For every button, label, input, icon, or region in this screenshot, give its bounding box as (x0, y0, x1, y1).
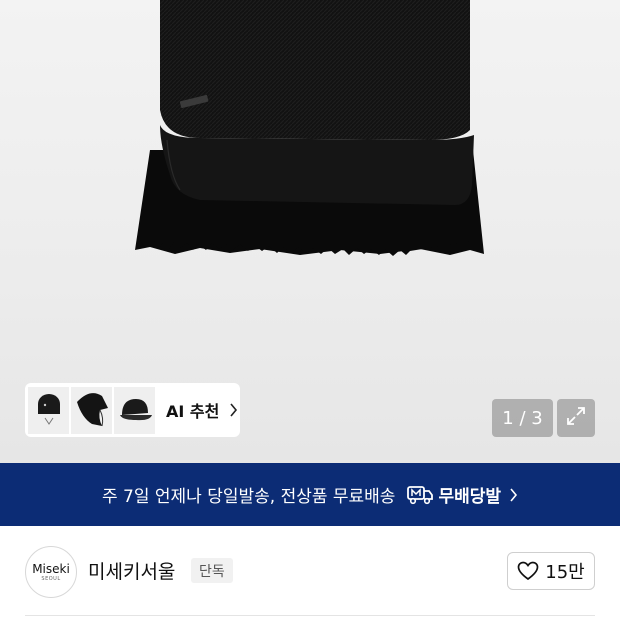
ai-recommend-card[interactable]: AI 추천 (25, 383, 240, 437)
like-button[interactable]: 15만 (507, 552, 595, 590)
delivery-banner[interactable]: 주 7일 언제나 당일발송, 전상품 무료배송 무배당발 (0, 463, 620, 526)
hat-thumbnail-icon (119, 399, 152, 421)
exclusive-badge: 단독 (191, 558, 233, 583)
delivery-truck-icon (407, 485, 434, 505)
delivery-banner-text: 주 7일 언제나 당일발송, 전상품 무료배송 (101, 487, 396, 507)
ai-thumbnail-2[interactable] (71, 386, 112, 434)
seller-logo[interactable]: Miseki SEOUL (25, 546, 77, 598)
hat-thumbnail-icon (37, 394, 60, 425)
chevron-right-icon (509, 487, 518, 502)
like-count: 15만 (545, 562, 585, 583)
seller-name[interactable]: 미세키서울 (88, 557, 175, 584)
ai-thumbnail-3[interactable] (114, 386, 155, 434)
image-pager: 1 / 3 (492, 399, 553, 437)
hat-thumbnail-icon (76, 393, 108, 427)
expand-button[interactable] (557, 399, 595, 437)
expand-icon (565, 405, 587, 431)
heart-icon (517, 561, 539, 581)
seller-logo-subtext: SEOUL (41, 575, 61, 582)
product-image-gallery[interactable]: AI 추천 1 / 3 (0, 0, 620, 463)
ai-thumbnail-1[interactable] (28, 386, 69, 434)
ai-recommend-label: AI 추천 (166, 402, 220, 421)
divider (25, 615, 595, 616)
seller-section: Miseki SEOUL 미세키서울 단독 15만 (0, 526, 620, 620)
delivery-brand: 무배당발 (438, 487, 502, 507)
seller-logo-text: Miseki (32, 561, 70, 576)
chevron-right-icon (229, 403, 238, 417)
